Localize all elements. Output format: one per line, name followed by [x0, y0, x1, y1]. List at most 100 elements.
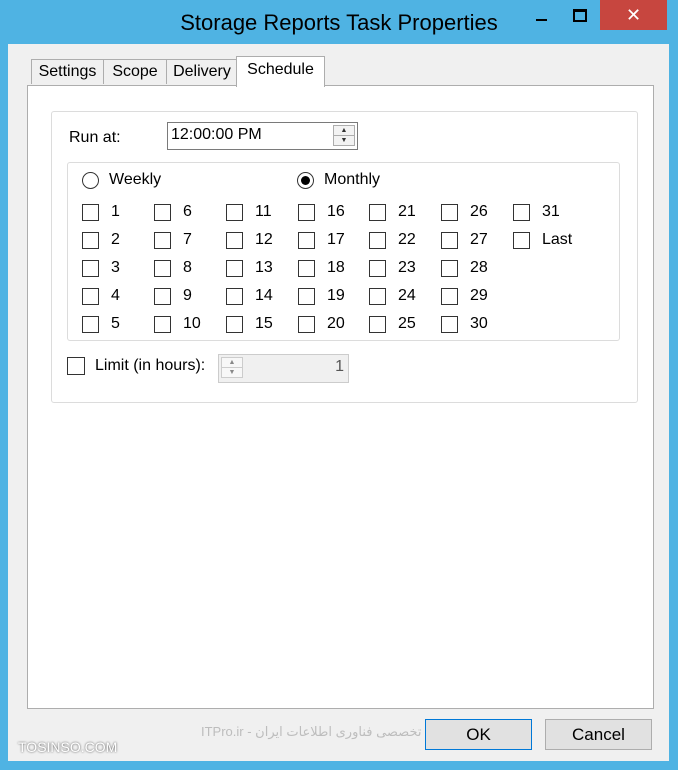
day-checkbox-box[interactable] — [82, 259, 99, 277]
day-checkbox-box[interactable] — [369, 231, 386, 249]
day-checkbox-box[interactable] — [441, 259, 458, 277]
day-checkbox-label: 8 — [183, 259, 192, 276]
day-checkbox-8[interactable]: 8 — [154, 259, 192, 277]
day-checkbox-label: 9 — [183, 287, 192, 304]
dialog-window: Storage Reports Task Properties ✕ Settin… — [0, 0, 678, 770]
day-checkbox-box[interactable] — [441, 231, 458, 249]
run-at-time-picker[interactable]: 12:00:00 PM ▲ ▼ — [167, 122, 358, 150]
weekly-radio-label: Weekly — [109, 171, 162, 188]
day-checkbox-15[interactable]: 15 — [226, 315, 273, 333]
day-checkbox-box[interactable] — [298, 287, 315, 305]
minimize-button[interactable] — [521, 0, 561, 30]
chevron-down-icon: ▼ — [221, 367, 243, 378]
day-checkbox-box[interactable] — [154, 315, 171, 333]
weekly-radio-circle[interactable] — [82, 171, 99, 189]
day-checkbox-11[interactable]: 11 — [226, 203, 272, 221]
day-checkbox-box[interactable] — [82, 203, 99, 221]
day-checkbox-box[interactable] — [441, 315, 458, 333]
chevron-down-icon[interactable]: ▼ — [333, 135, 355, 146]
day-checkbox-box[interactable] — [298, 259, 315, 277]
tab-delivery[interactable]: Delivery — [166, 59, 238, 84]
day-checkbox-25[interactable]: 25 — [369, 315, 416, 333]
limit-hours-checkbox[interactable]: Limit (in hours): — [67, 357, 205, 375]
day-checkbox-box[interactable] — [513, 231, 530, 249]
day-checkbox-17[interactable]: 17 — [298, 231, 345, 249]
day-checkbox-7[interactable]: 7 — [154, 231, 192, 249]
limit-hours-checkbox-box[interactable] — [67, 357, 85, 375]
cancel-button[interactable]: Cancel — [545, 719, 652, 750]
day-checkbox-27[interactable]: 27 — [441, 231, 488, 249]
day-checkbox-30[interactable]: 30 — [441, 315, 488, 333]
day-checkbox-box[interactable] — [226, 315, 243, 333]
day-checkbox-box[interactable] — [369, 259, 386, 277]
day-checkbox-box[interactable] — [298, 231, 315, 249]
day-checkbox-4[interactable]: 4 — [82, 287, 120, 305]
tab-scope[interactable]: Scope — [103, 59, 167, 84]
day-checkbox-9[interactable]: 9 — [154, 287, 192, 305]
frequency-group: Weekly Monthly 1 2 3 4 5 6 7 8 9 10 11 12 13 14 15 16 17… — [67, 162, 620, 341]
day-checkbox-label: 29 — [470, 287, 488, 304]
day-checkbox-10[interactable]: 10 — [154, 315, 201, 333]
day-checkbox-28[interactable]: 28 — [441, 259, 488, 277]
day-checkbox-26[interactable]: 26 — [441, 203, 488, 221]
run-at-time-value[interactable]: 12:00:00 PM — [171, 126, 262, 144]
day-checkbox-14[interactable]: 14 — [226, 287, 273, 305]
monthly-radio-circle[interactable] — [297, 171, 314, 189]
tab-settings[interactable]: Settings — [31, 59, 104, 84]
day-checkbox-18[interactable]: 18 — [298, 259, 345, 277]
day-checkbox-box[interactable] — [298, 203, 315, 221]
day-checkbox-box[interactable] — [226, 231, 243, 249]
day-checkbox-box[interactable] — [369, 287, 386, 305]
ok-button[interactable]: OK — [425, 719, 532, 750]
day-checkbox-box[interactable] — [298, 315, 315, 333]
day-checkbox-16[interactable]: 16 — [298, 203, 345, 221]
day-checkbox-box[interactable] — [82, 231, 99, 249]
day-checkbox-box[interactable] — [154, 287, 171, 305]
day-checkbox-5[interactable]: 5 — [82, 315, 120, 333]
weekly-radio[interactable]: Weekly — [82, 171, 161, 189]
monthly-radio-label: Monthly — [324, 171, 381, 188]
limit-hours-spinner: ▲ ▼ — [221, 357, 243, 379]
day-checkbox-label: 23 — [398, 259, 416, 276]
day-checkbox-box[interactable] — [226, 203, 243, 221]
day-checkbox-label: Last — [542, 231, 573, 248]
day-checkbox-label: 16 — [327, 203, 345, 220]
day-checkbox-29[interactable]: 29 — [441, 287, 488, 305]
day-checkbox-box[interactable] — [154, 203, 171, 221]
day-checkbox-box[interactable] — [441, 203, 458, 221]
day-checkbox-6[interactable]: 6 — [154, 203, 192, 221]
day-checkbox-12[interactable]: 12 — [226, 231, 273, 249]
day-checkbox-label: 20 — [327, 315, 345, 332]
day-checkbox-box[interactable] — [441, 287, 458, 305]
day-checkbox-box[interactable] — [154, 259, 171, 277]
day-checkbox-2[interactable]: 2 — [82, 231, 120, 249]
day-checkbox-last[interactable]: Last — [513, 231, 572, 249]
day-checkbox-19[interactable]: 19 — [298, 287, 345, 305]
day-checkbox-label: 2 — [111, 231, 120, 248]
monthly-radio[interactable]: Monthly — [297, 171, 380, 189]
day-checkbox-label: 14 — [255, 287, 273, 304]
day-checkbox-20[interactable]: 20 — [298, 315, 345, 333]
day-checkbox-label: 22 — [398, 231, 416, 248]
day-checkbox-1[interactable]: 1 — [82, 203, 120, 221]
time-spinner[interactable]: ▲ ▼ — [333, 125, 355, 146]
day-checkbox-box[interactable] — [369, 315, 386, 333]
day-checkbox-box[interactable] — [369, 203, 386, 221]
day-checkbox-box[interactable] — [154, 231, 171, 249]
day-checkbox-box[interactable] — [226, 287, 243, 305]
tab-schedule[interactable]: Schedule — [236, 56, 325, 87]
close-button[interactable]: ✕ — [600, 0, 667, 30]
day-checkbox-21[interactable]: 21 — [369, 203, 416, 221]
day-checkbox-23[interactable]: 23 — [369, 259, 416, 277]
day-checkbox-label: 31 — [542, 203, 560, 220]
day-checkbox-box[interactable] — [513, 203, 530, 221]
day-checkbox-3[interactable]: 3 — [82, 259, 120, 277]
day-checkbox-box[interactable] — [82, 287, 99, 305]
day-checkbox-box[interactable] — [82, 315, 99, 333]
day-checkbox-24[interactable]: 24 — [369, 287, 416, 305]
day-checkbox-31[interactable]: 31 — [513, 203, 560, 221]
maximize-button[interactable] — [561, 0, 599, 30]
day-checkbox-box[interactable] — [226, 259, 243, 277]
day-checkbox-13[interactable]: 13 — [226, 259, 273, 277]
day-checkbox-22[interactable]: 22 — [369, 231, 416, 249]
